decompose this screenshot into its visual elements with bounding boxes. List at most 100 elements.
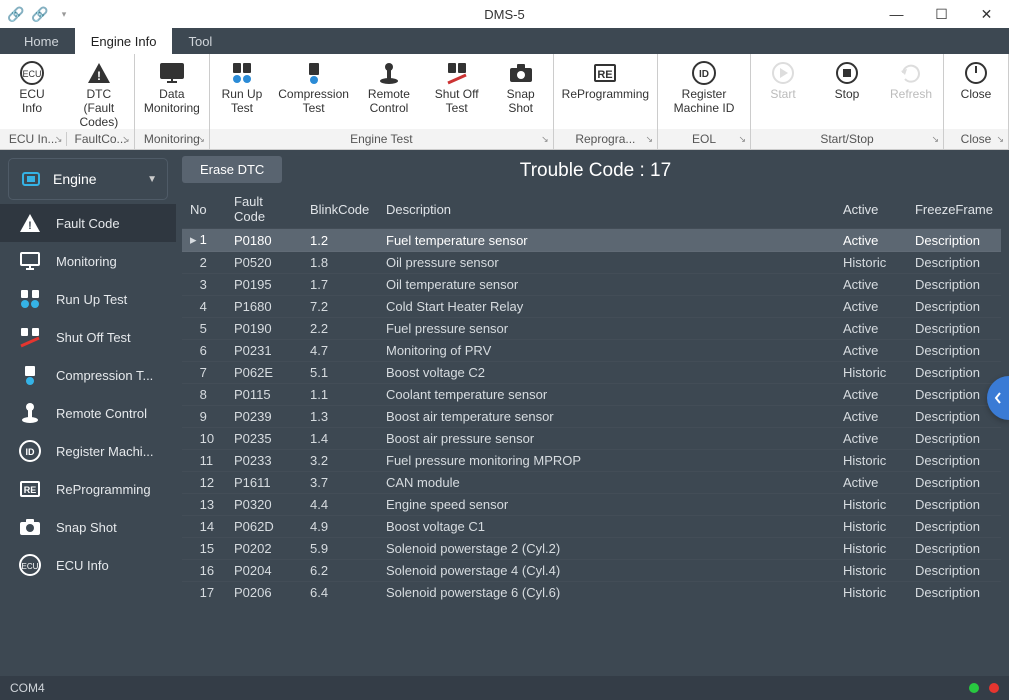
svg-text:!: ! [28,220,32,232]
table-row[interactable]: 9P02391.3Boost air temperature sensorAct… [182,406,1001,428]
table-row[interactable]: 13P03204.4Engine speed sensorHistoricDes… [182,494,1001,516]
sidebar-item-label: Monitoring [56,254,117,269]
svg-text:ID: ID [26,447,36,457]
tab-home[interactable]: Home [8,28,75,54]
ribbon-group-fault[interactable]: FaultCo...↘ [67,132,133,146]
window-minimize-button[interactable]: — [874,0,919,28]
ribbon-register-machine[interactable]: ID Register Machine ID [658,54,750,129]
tab-tool[interactable]: Tool [172,28,228,54]
table-row[interactable]: 8P01151.1Coolant temperature sensorActiv… [182,384,1001,406]
table-row[interactable]: 12P16113.7CAN moduleActiveDescription [182,472,1001,494]
ribbon-start: Start [751,54,815,129]
shut-off-icon [18,326,42,348]
re-icon: RE [589,60,621,86]
sidebar-item-label: Shut Off Test [56,330,131,345]
window-maximize-button[interactable]: ☐ [919,0,964,28]
table-row[interactable]: 7P062E5.1Boost voltage C2HistoricDescrip… [182,362,1001,384]
table-row[interactable]: 5P01902.2Fuel pressure sensorActiveDescr… [182,318,1001,340]
window-titlebar: 🔗 🔗 ▾ DMS-5 — ☐ ✕ [0,0,1009,28]
tab-engine-info[interactable]: Engine Info [75,28,173,54]
warning-icon: ! [18,212,42,234]
camera-icon [18,517,42,537]
ribbon-group-eol[interactable]: EOL↘ [658,129,750,149]
sidebar-item-run-up-test[interactable]: Run Up Test [0,280,176,318]
table-row[interactable]: 11P02333.2Fuel pressure monitoring MPROP… [182,450,1001,472]
engine-chip-icon [19,169,43,189]
sidebar-item-monitoring[interactable]: Monitoring [0,242,176,280]
sidebar-item-register-machine[interactable]: IDRegister Machi... [0,432,176,470]
sidebar-item-ecu-info[interactable]: ECU ECU Info [0,546,176,584]
svg-text:RE: RE [24,485,37,495]
table-row[interactable]: ▸ 1P01801.2Fuel temperature sensorActive… [182,229,1001,252]
sidebar-item-label: ECU Info [56,558,109,573]
col-blink[interactable]: BlinkCode [302,190,378,229]
qat-link2-icon[interactable]: 🔗 [28,2,52,26]
ecu-icon: ECU [16,60,48,86]
table-row[interactable]: 2P05201.8Oil pressure sensorHistoricDesc… [182,252,1001,274]
power-icon [960,60,992,86]
ribbon-group-reprog[interactable]: Reprogra...↘ [554,129,657,149]
sidebar-item-compression-test[interactable]: Compression T... [0,356,176,394]
ribbon-snap-shot[interactable]: Snap Shot [489,54,553,129]
re-icon: RE [18,478,42,500]
sidebar-item-fault-code[interactable]: ! Fault Code [0,204,176,242]
sidebar-item-shut-off-test[interactable]: Shut Off Test [0,318,176,356]
ribbon-close[interactable]: Close [944,54,1008,129]
col-active[interactable]: Active [835,190,907,229]
chevron-down-icon: ▼ [147,174,157,185]
ribbon-compression-test[interactable]: Compression Test [274,54,353,129]
monitor-icon [156,60,188,86]
ribbon-shut-off-test[interactable]: Shut Off Test [425,54,489,129]
col-no[interactable]: No [182,190,226,229]
ribbon-stop[interactable]: Stop [815,54,879,129]
ribbon-group-engine-test[interactable]: Engine Test↘ [210,129,553,149]
ribbon: ECU ECU Info ! DTC (Fault Codes) ECU In.… [0,54,1009,150]
refresh-icon [895,60,927,86]
sidebar-item-reprogramming[interactable]: REReProgramming [0,470,176,508]
ribbon-remote-control[interactable]: Remote Control [353,54,424,129]
ribbon-run-up-test[interactable]: Run Up Test [210,54,274,129]
ribbon-group-startstop[interactable]: Start/Stop↘ [751,129,943,149]
ribbon-group-ecu[interactable]: ECU In...↘ [0,132,67,146]
sidebar-header-label: Engine [53,171,97,187]
table-row[interactable]: 6P02314.7Monitoring of PRVActiveDescript… [182,340,1001,362]
col-desc[interactable]: Description [378,190,835,229]
joystick-icon [373,60,405,86]
sidebar-engine-dropdown[interactable]: Engine ▼ [8,158,168,200]
table-row[interactable]: 17P02066.4Solenoid powerstage 6 (Cyl.6)H… [182,582,1001,604]
stop-icon [831,60,863,86]
col-fault[interactable]: Fault Code [226,190,302,229]
ribbon-dtc[interactable]: ! DTC (Fault Codes) [64,54,134,129]
sidebar-item-label: Run Up Test [56,292,127,307]
col-freeze[interactable]: FreezeFrame [907,190,1001,229]
sidebar: Engine ▼ ! Fault Code Monitoring Run Up Tes… [0,150,176,676]
window-close-button[interactable]: ✕ [964,0,1009,28]
camera-icon [505,60,537,86]
table-row[interactable]: 10P02351.4Boost air pressure sensorActiv… [182,428,1001,450]
ribbon-ecu-info[interactable]: ECU ECU Info [0,54,64,129]
main-panel: Erase DTC Trouble Code : 17 No Fault Cod… [176,150,1009,676]
table-row[interactable]: 15P02025.9Solenoid powerstage 2 (Cyl.2)H… [182,538,1001,560]
dtc-table: No Fault Code BlinkCode Description Acti… [182,190,1001,603]
table-row[interactable]: 14P062D4.9Boost voltage C1HistoricDescri… [182,516,1001,538]
ribbon-group-monitoring[interactable]: Monitoring↘ [135,129,209,149]
qat-dropdown-icon[interactable]: ▾ [52,2,76,26]
qat-link1-icon[interactable]: 🔗 [4,2,28,26]
table-row[interactable]: 16P02046.2Solenoid powerstage 4 (Cyl.4)H… [182,560,1001,582]
sidebar-item-label: Fault Code [56,216,120,231]
ribbon-data-monitoring[interactable]: Data Monitoring [135,54,209,129]
main-title: Trouble Code : 17 [182,150,1009,190]
sidebar-item-remote-control[interactable]: Remote Control [0,394,176,432]
ribbon-group-close[interactable]: Close↘ [944,129,1008,149]
sidebar-item-snap-shot[interactable]: Snap Shot [0,508,176,546]
table-row[interactable]: 4P16807.2Cold Start Heater RelayActiveDe… [182,296,1001,318]
svg-text:ECU: ECU [22,562,39,571]
ribbon-reprogramming[interactable]: RE ReProgramming [554,54,657,129]
table-row[interactable]: 3P01951.7Oil temperature sensorActiveDes… [182,274,1001,296]
status-dot-red [989,683,999,693]
erase-dtc-button[interactable]: Erase DTC [182,156,282,183]
svg-text:ID: ID [699,69,709,80]
id-icon: ID [18,439,42,463]
ecu-icon: ECU [18,553,42,577]
status-dot-green [969,683,979,693]
